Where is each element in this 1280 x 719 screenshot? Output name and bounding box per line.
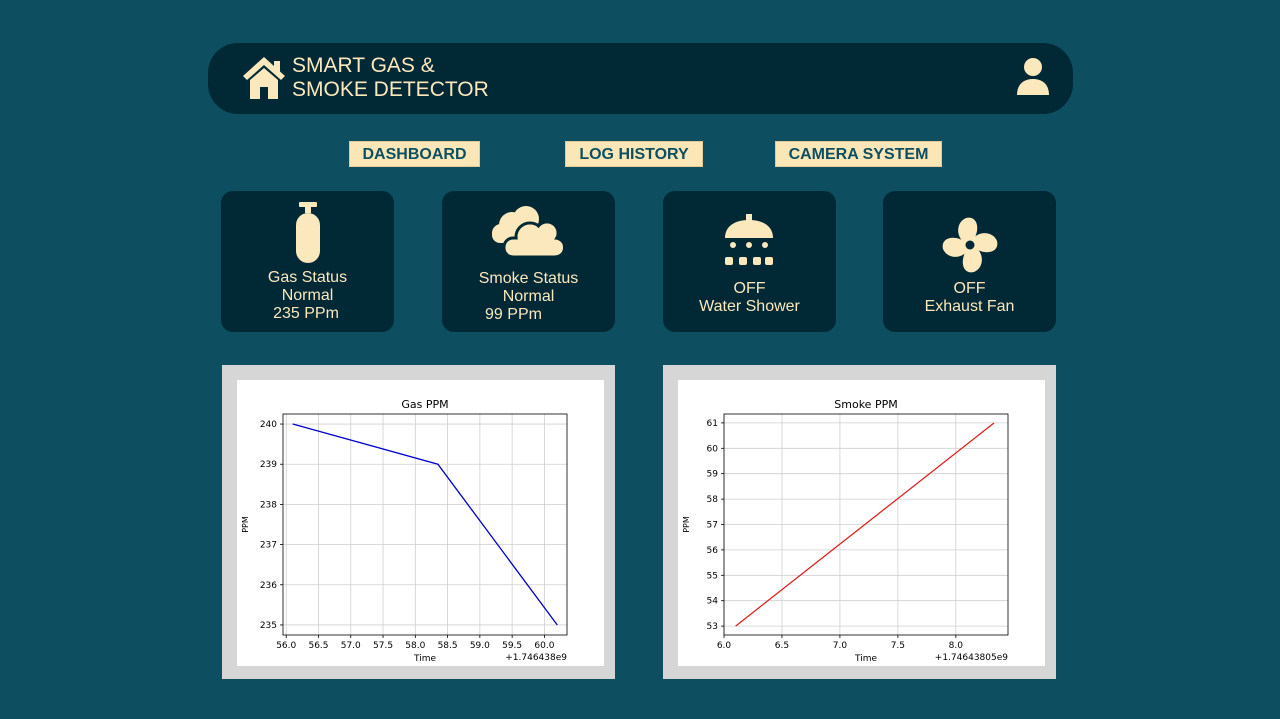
x-tick-label: 59.5 — [502, 641, 522, 651]
x-tick-label: 58.5 — [438, 641, 458, 651]
y-tick-label: 60 — [707, 444, 719, 454]
y-tick-label: 57 — [707, 521, 718, 531]
chart-title: Smoke PPM — [834, 398, 897, 411]
x-offset-label: +1.74643805e9 — [935, 653, 1008, 663]
x-tick-label: 7.5 — [891, 641, 905, 651]
smoke-status-title: Smoke Status — [478, 270, 579, 287]
gas-status-card: Gas Status Normal 235 PPm — [221, 191, 394, 332]
smoke-chart-panel: 6.0 6.5 7.0 7.5 8.0 53 54 55 56 57 58 59 60 61 Smoke P… — [663, 365, 1056, 679]
chart-title: Gas PPM — [401, 398, 448, 411]
y-tick-label: 55 — [707, 571, 718, 581]
x-tick-label: 60.0 — [534, 641, 554, 651]
user-icon[interactable] — [1016, 57, 1050, 97]
gas-status-title: Gas Status — [267, 269, 348, 286]
y-tick-label: 237 — [260, 541, 277, 551]
gas-chart-panel: 56.0 56.5 57.0 57.5 58.0 58.5 59.0 59.5 60.0 235 2… — [222, 365, 615, 679]
smoke-status-card: Smoke Status Normal 99 PPm — [442, 191, 615, 332]
gas-cylinder-icon — [296, 202, 320, 263]
fan-icon — [942, 217, 998, 273]
y-tick-label: 61 — [707, 419, 718, 429]
x-tick-label: 6.0 — [717, 641, 732, 651]
plot-frame — [282, 413, 568, 636]
y-tick-label: 54 — [707, 597, 719, 607]
x-tick-label: 57.5 — [373, 641, 393, 651]
home-icon[interactable] — [242, 55, 286, 101]
series-line — [292, 423, 558, 626]
water-shower-state: OFF — [733, 280, 766, 297]
app-title: SMART GAS & SMOKE DETECTOR — [292, 54, 489, 102]
x-offset-label: +1.746438e9 — [505, 653, 567, 663]
shower-icon — [725, 214, 773, 265]
y-tick-label: 238 — [260, 500, 277, 510]
x-tick-label: 58.0 — [405, 641, 425, 651]
y-tick-label: 59 — [707, 470, 719, 480]
x-tick-label: 56.0 — [276, 641, 296, 651]
nav-dashboard-button[interactable]: DASHBOARD — [349, 141, 480, 167]
app-title-line2: SMOKE DETECTOR — [292, 78, 489, 101]
app-header: SMART GAS & SMOKE DETECTOR — [208, 43, 1073, 114]
exhaust-fan-label: Exhaust Fan — [924, 298, 1015, 315]
x-tick-label: 7.0 — [833, 641, 848, 651]
x-tick-label: 8.0 — [949, 641, 964, 651]
x-axis-label: Time — [854, 654, 877, 664]
y-axis-label: PPM — [241, 516, 250, 533]
y-axis-label: PPM — [682, 516, 691, 533]
x-axis-label: Time — [413, 654, 436, 664]
y-tick-label: 240 — [260, 420, 277, 430]
y-tick-label: 236 — [260, 581, 277, 591]
x-tick-label: 6.5 — [775, 641, 789, 651]
exhaust-fan-card[interactable]: OFF Exhaust Fan — [883, 191, 1056, 332]
y-tick-label: 235 — [260, 621, 277, 631]
nav-camera-system-button[interactable]: CAMERA SYSTEM — [775, 141, 942, 167]
x-tick-label: 59.0 — [470, 641, 490, 651]
y-tick-label: 58 — [707, 495, 719, 505]
smoke-status-value: Normal — [502, 288, 555, 305]
smoke-ppm-reading: 99 PPm — [485, 306, 542, 323]
gas-status-value: Normal — [281, 287, 334, 304]
x-tick-label: 56.5 — [308, 641, 328, 651]
gas-ppm-reading: 235 PPm — [273, 305, 339, 322]
y-tick-label: 56 — [707, 546, 719, 556]
cloud-icon — [492, 206, 566, 259]
water-shower-card[interactable]: OFF Water Shower — [663, 191, 836, 332]
smoke-ppm-chart: 6.0 6.5 7.0 7.5 8.0 53 54 55 56 57 58 59 60 61 Smoke P… — [682, 398, 1009, 664]
y-tick-label: 239 — [260, 460, 277, 470]
exhaust-fan-state: OFF — [953, 280, 986, 297]
nav-log-history-button[interactable]: LOG HISTORY — [565, 141, 703, 167]
y-tick-label: 53 — [707, 622, 718, 632]
gas-ppm-chart: 56.0 56.5 57.0 57.5 58.0 58.5 59.0 59.5 60.0 235 2… — [241, 398, 568, 664]
x-tick-label: 57.0 — [341, 641, 361, 651]
water-shower-label: Water Shower — [699, 298, 800, 315]
app-title-line1: SMART GAS & — [292, 54, 435, 77]
